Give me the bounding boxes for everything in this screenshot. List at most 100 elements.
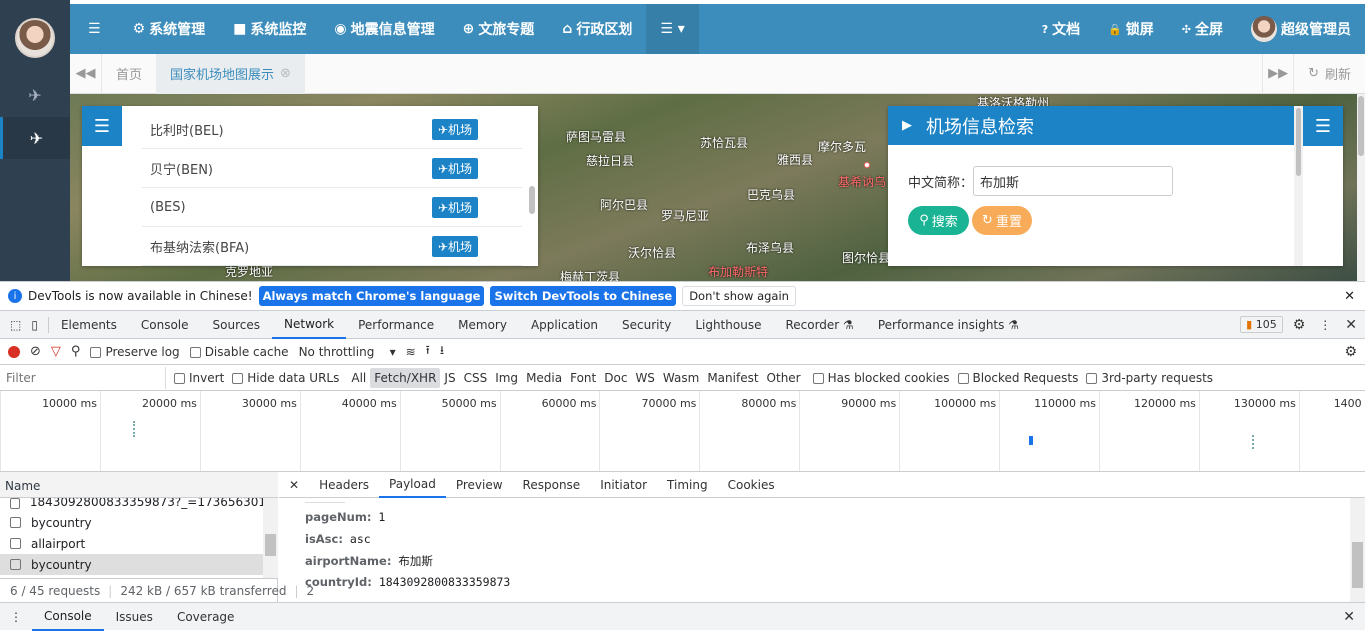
airport-tag-button[interactable]: ✈机场 xyxy=(431,196,478,218)
sidebar-avatar[interactable] xyxy=(15,18,55,58)
devtools-tab-10[interactable]: Performance insights ⚗ xyxy=(866,311,1031,339)
search-panel-header[interactable]: ▶ 机场信息检索 xyxy=(888,106,1294,145)
search-menu-button[interactable]: ☰ xyxy=(1303,106,1343,146)
devtools-tab-2[interactable]: Sources xyxy=(201,311,272,339)
airport-tag-button[interactable]: ✈机场 xyxy=(431,118,478,140)
devtools-tab-8[interactable]: Lighthouse xyxy=(683,311,773,339)
devtools-tab-3[interactable]: Network xyxy=(272,311,347,339)
request-list-scrollbar[interactable] xyxy=(263,498,278,578)
user-menu[interactable]: 超级管理员 xyxy=(1237,4,1365,54)
airport-row[interactable]: 比利时(BEL) ✈机场 xyxy=(142,110,522,149)
detail-tab-1[interactable]: Payload xyxy=(379,472,446,498)
detail-tab-4[interactable]: Initiator xyxy=(590,472,657,498)
nav-item-1[interactable]: ■ 系统监控 xyxy=(219,4,320,54)
tab-airport-map[interactable]: 国家机场地图展示 ⊗ xyxy=(156,53,305,94)
filter-type-4[interactable]: Img xyxy=(491,368,522,388)
request-row[interactable]: 1843092800833359873?_=1736563014355 xyxy=(0,498,263,509)
device-icon[interactable]: ▯ xyxy=(27,316,49,333)
filter-type-0[interactable]: All xyxy=(347,368,370,388)
request-checkbox[interactable] xyxy=(10,538,21,549)
filter-type-7[interactable]: Doc xyxy=(600,368,631,388)
dont-show-button[interactable]: Don't show again xyxy=(682,286,796,306)
filter-type-6[interactable]: Font xyxy=(566,368,600,388)
filter-type-10[interactable]: Manifest xyxy=(703,368,762,388)
list-menu-button[interactable]: ☰ xyxy=(82,106,122,146)
search-icon[interactable]: ⚲ xyxy=(71,344,81,359)
airport-row[interactable]: (BES) ✈机场 xyxy=(142,188,522,227)
request-row[interactable]: bycountry xyxy=(0,554,263,575)
request-checkbox[interactable] xyxy=(10,517,21,528)
close-icon[interactable]: ✕ xyxy=(279,478,309,492)
detail-tab-2[interactable]: Preview xyxy=(446,472,513,498)
airport-tag-button[interactable]: ✈机场 xyxy=(431,157,478,179)
more-icon[interactable]: ⋮ xyxy=(1319,318,1331,332)
chinese-name-input[interactable] xyxy=(973,166,1173,196)
settings-icon[interactable]: ⚙ xyxy=(1344,344,1357,360)
airport-tag-button[interactable]: ✈机场 xyxy=(431,235,478,257)
close-icon[interactable]: ✕ xyxy=(1345,317,1357,333)
reset-button[interactable]: ↻ 重置 xyxy=(972,206,1032,235)
nav-item-2[interactable]: ◉ 地震信息管理 xyxy=(320,4,448,54)
nav-item-3[interactable]: ⊕ 文旅专题 xyxy=(449,4,549,54)
right-nav-item-1[interactable]: 🔒 锁屏 xyxy=(1094,4,1168,54)
devtools-tab-7[interactable]: Security xyxy=(610,311,683,339)
refresh-button[interactable]: ↻ 刷新 xyxy=(1294,54,1365,94)
sidebar-item-plane[interactable]: ✈ xyxy=(0,74,70,116)
drawer-tab-1[interactable]: Issues xyxy=(104,603,165,631)
request-checkbox[interactable] xyxy=(10,559,21,570)
filter-type-8[interactable]: WS xyxy=(631,368,658,388)
name-column-header[interactable]: Name xyxy=(0,472,278,498)
download-icon[interactable]: ⭳ xyxy=(440,341,444,362)
hide-data-urls-checkbox[interactable]: Hide data URLs xyxy=(232,371,339,385)
drawer-tab-2[interactable]: Coverage xyxy=(165,603,247,631)
upload-icon[interactable]: ⭱ xyxy=(426,341,430,362)
close-icon[interactable]: ✕ xyxy=(1344,289,1365,304)
switch-chinese-button[interactable]: Switch DevTools to Chinese xyxy=(490,286,677,306)
wifi-icon[interactable]: ≋ xyxy=(406,345,416,359)
payload-scrollbar[interactable] xyxy=(1350,498,1365,602)
disable-cache-checkbox[interactable]: Disable cache xyxy=(189,345,289,359)
blocked-requests-checkbox[interactable]: Blocked Requests xyxy=(957,371,1078,385)
drawer-tab-0[interactable]: Console xyxy=(32,603,104,631)
right-nav-item-0[interactable]: ? 文档 xyxy=(1028,4,1094,54)
devtools-tab-9[interactable]: Recorder ⚗ xyxy=(773,311,865,339)
menu-toggle-button[interactable]: ☰ xyxy=(70,4,119,54)
close-icon[interactable]: ⊗ xyxy=(280,66,291,81)
devtools-tab-5[interactable]: Memory xyxy=(446,311,519,339)
filter-type-5[interactable]: Media xyxy=(522,368,566,388)
preserve-log-checkbox[interactable]: Preserve log xyxy=(90,345,180,359)
more-icon[interactable]: ⋮ xyxy=(0,610,32,624)
devtools-tab-4[interactable]: Performance xyxy=(346,311,446,339)
request-checkbox[interactable] xyxy=(10,498,20,509)
detail-tab-6[interactable]: Cookies xyxy=(718,472,785,498)
filter-icon[interactable]: ▽ xyxy=(51,344,61,359)
nav-item-4[interactable]: ⌂ 行政区划 xyxy=(548,4,646,54)
network-timeline[interactable]: 10000 ms 20000 ms 30000 ms 40000 ms 50000 ms… xyxy=(0,391,1365,472)
airport-row[interactable]: 布基纳法索(BFA) ✈机场 xyxy=(142,227,522,266)
devtools-tab-0[interactable]: Elements xyxy=(49,311,129,339)
detail-tab-3[interactable]: Response xyxy=(513,472,591,498)
right-nav-item-2[interactable]: ✣ 全屏 xyxy=(1168,4,1237,54)
filter-type-2[interactable]: JS xyxy=(440,368,459,388)
invert-checkbox[interactable]: Invert xyxy=(174,371,224,385)
inspect-icon[interactable]: ⬚ xyxy=(0,311,27,339)
detail-tab-5[interactable]: Timing xyxy=(657,472,718,498)
devtools-tab-1[interactable]: Console xyxy=(129,311,201,339)
sidebar-item-airport[interactable]: ✈ xyxy=(0,117,70,159)
match-language-button[interactable]: Always match Chrome's language xyxy=(258,286,485,306)
filter-type-1[interactable]: Fetch/XHR xyxy=(370,367,441,388)
record-icon[interactable] xyxy=(8,345,20,358)
tabs-scroll-left-button[interactable]: ◀◀ xyxy=(70,53,102,94)
airport-row[interactable]: 贝宁(BEN) ✈机场 xyxy=(142,149,522,188)
list-scrollbar[interactable] xyxy=(529,186,535,214)
filter-input[interactable] xyxy=(0,366,166,389)
city-marker[interactable] xyxy=(864,162,870,168)
filter-type-11[interactable]: Other xyxy=(763,368,805,388)
more-menu-button[interactable]: ☰ ▾ xyxy=(646,4,699,54)
nav-item-0[interactable]: ⚙ 系统管理 xyxy=(119,4,220,54)
filter-type-9[interactable]: Wasm xyxy=(659,368,703,388)
tab-home[interactable]: 首页 xyxy=(102,54,156,94)
close-icon[interactable]: ✕ xyxy=(1343,609,1355,625)
search-button[interactable]: ⚲ 搜索 xyxy=(908,206,969,235)
blocked-cookies-checkbox[interactable]: Has blocked cookies xyxy=(812,371,950,385)
